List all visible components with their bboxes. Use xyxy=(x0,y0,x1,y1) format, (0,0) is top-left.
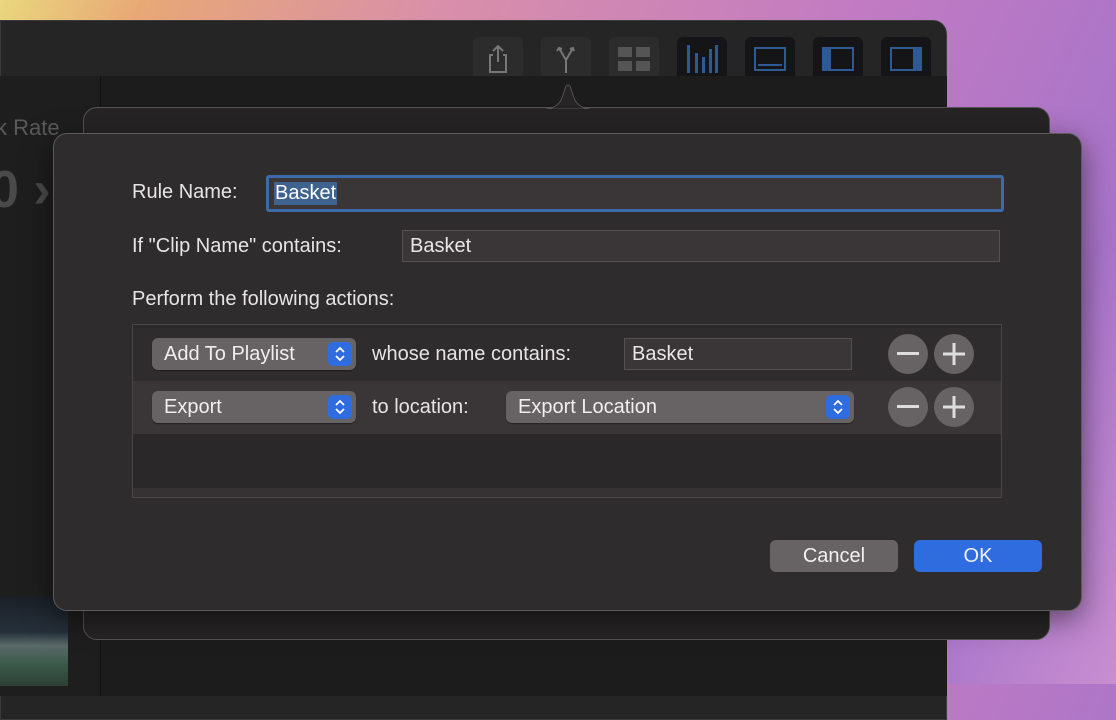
add-action-button[interactable] xyxy=(934,387,974,427)
plus-icon xyxy=(943,343,965,365)
chevron-up-down-icon xyxy=(328,342,352,366)
minus-icon xyxy=(897,405,919,408)
plus-icon xyxy=(943,396,965,418)
left-sidebar-button[interactable] xyxy=(813,37,863,81)
playlist-name-input[interactable]: Basket xyxy=(624,338,852,370)
action-row: Export to location: Export Location xyxy=(133,381,1001,434)
popover-arrow xyxy=(546,84,590,109)
viewer-icon xyxy=(754,47,786,71)
audio-meters-button[interactable] xyxy=(677,37,727,81)
actions-table: Add To Playlist whose name contains: Bas… xyxy=(132,324,1002,498)
chevron-up-down-icon xyxy=(328,395,352,419)
add-action-button[interactable] xyxy=(934,334,974,374)
connector-label: whose name contains: xyxy=(372,343,572,365)
rule-name-text: Basket xyxy=(274,182,338,205)
grid-icon xyxy=(618,47,650,71)
export-location-value: Export Location xyxy=(518,395,657,418)
rate-label: k Rate xyxy=(0,115,60,140)
grid-button[interactable] xyxy=(609,37,659,81)
right-sidebar-icon xyxy=(890,47,922,71)
chevron-up-down-icon xyxy=(826,395,850,419)
left-sidebar-icon xyxy=(822,47,854,71)
split-button[interactable] xyxy=(541,37,591,81)
clip-thumbnail[interactable] xyxy=(0,596,68,686)
action-popup-value: Add To Playlist xyxy=(164,342,295,365)
ok-button[interactable]: OK xyxy=(914,540,1042,572)
action-popup-value: Export xyxy=(164,395,222,418)
action-popup[interactable]: Export xyxy=(152,391,356,423)
remove-action-button[interactable] xyxy=(888,387,928,427)
rule-name-label: Rule Name: xyxy=(132,181,238,203)
audio-meters-icon xyxy=(687,45,718,73)
rate-value: 0 › xyxy=(0,161,51,219)
actions-label: Perform the following actions: xyxy=(132,288,395,310)
export-location-popup[interactable]: Export Location xyxy=(506,391,854,423)
remove-action-button[interactable] xyxy=(888,334,928,374)
action-row: Add To Playlist whose name contains: Bas… xyxy=(133,328,1001,381)
condition-input[interactable]: Basket xyxy=(402,230,1000,262)
rule-name-input[interactable]: Basket xyxy=(266,175,1004,212)
cancel-button[interactable]: Cancel xyxy=(770,540,898,572)
split-icon xyxy=(556,46,575,73)
connector-label: to location: xyxy=(372,396,469,418)
condition-label: If "Clip Name" contains: xyxy=(132,235,342,257)
right-sidebar-button[interactable] xyxy=(881,37,931,81)
viewer-button[interactable] xyxy=(745,37,795,81)
table-footer xyxy=(133,488,1001,497)
share-button[interactable] xyxy=(473,37,523,81)
minus-icon xyxy=(897,352,919,355)
share-icon xyxy=(489,44,507,73)
action-popup[interactable]: Add To Playlist xyxy=(152,338,356,370)
